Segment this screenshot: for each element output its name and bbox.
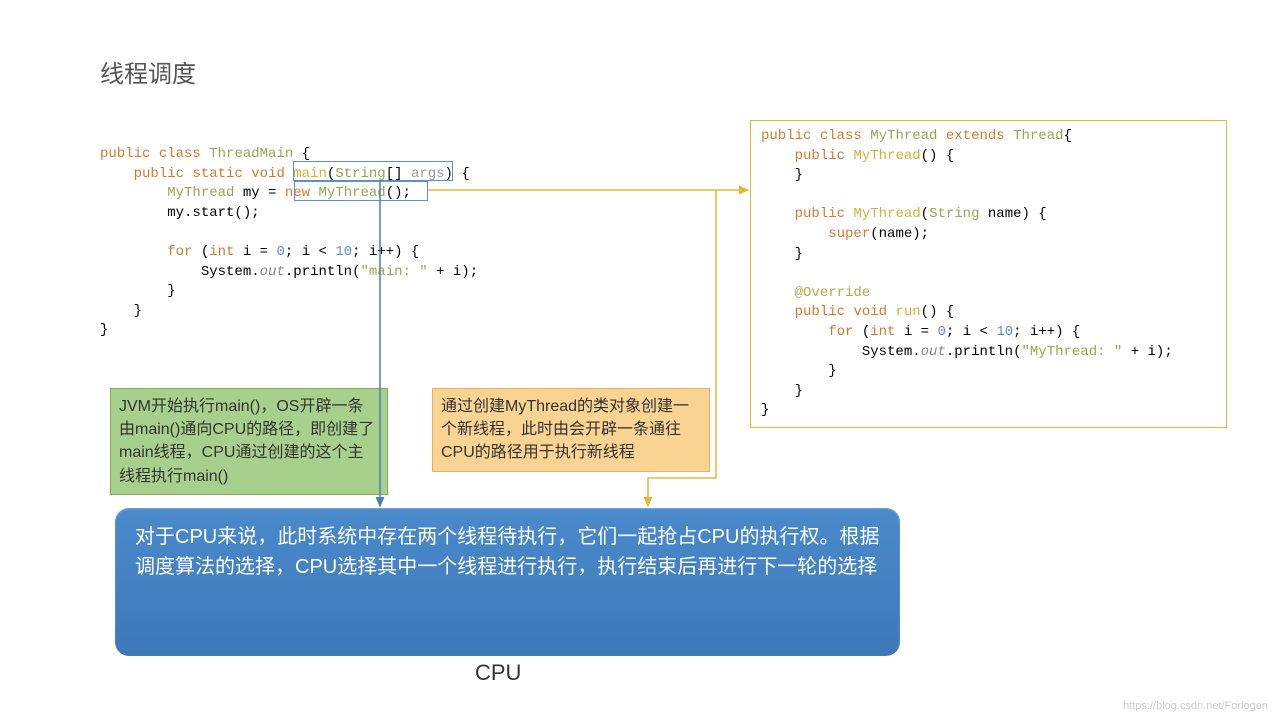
cpu-label: CPU	[475, 660, 521, 686]
page-title: 线程调度	[100, 54, 196, 89]
cpu-description-panel: 对于CPU来说，此时系统中存在两个线程待执行，它们一起抢占CPU的执行权。根据调…	[115, 508, 900, 656]
green-annotation-box: JVM开始执行main()，OS开辟一条由main()通向CPU的路径，即创建了…	[110, 388, 388, 495]
watermark: https://blog.csdn.net/Forlogen	[1123, 700, 1268, 712]
highlight-new-mythread	[294, 181, 428, 201]
highlight-main-method	[293, 161, 453, 181]
code-block-mythread: public class MyThread extends Thread{ pu…	[750, 120, 1227, 428]
orange-annotation-box: 通过创建MyThread的类对象创建一个新线程，此时由会开辟一条通往CPU的路径…	[432, 388, 710, 472]
